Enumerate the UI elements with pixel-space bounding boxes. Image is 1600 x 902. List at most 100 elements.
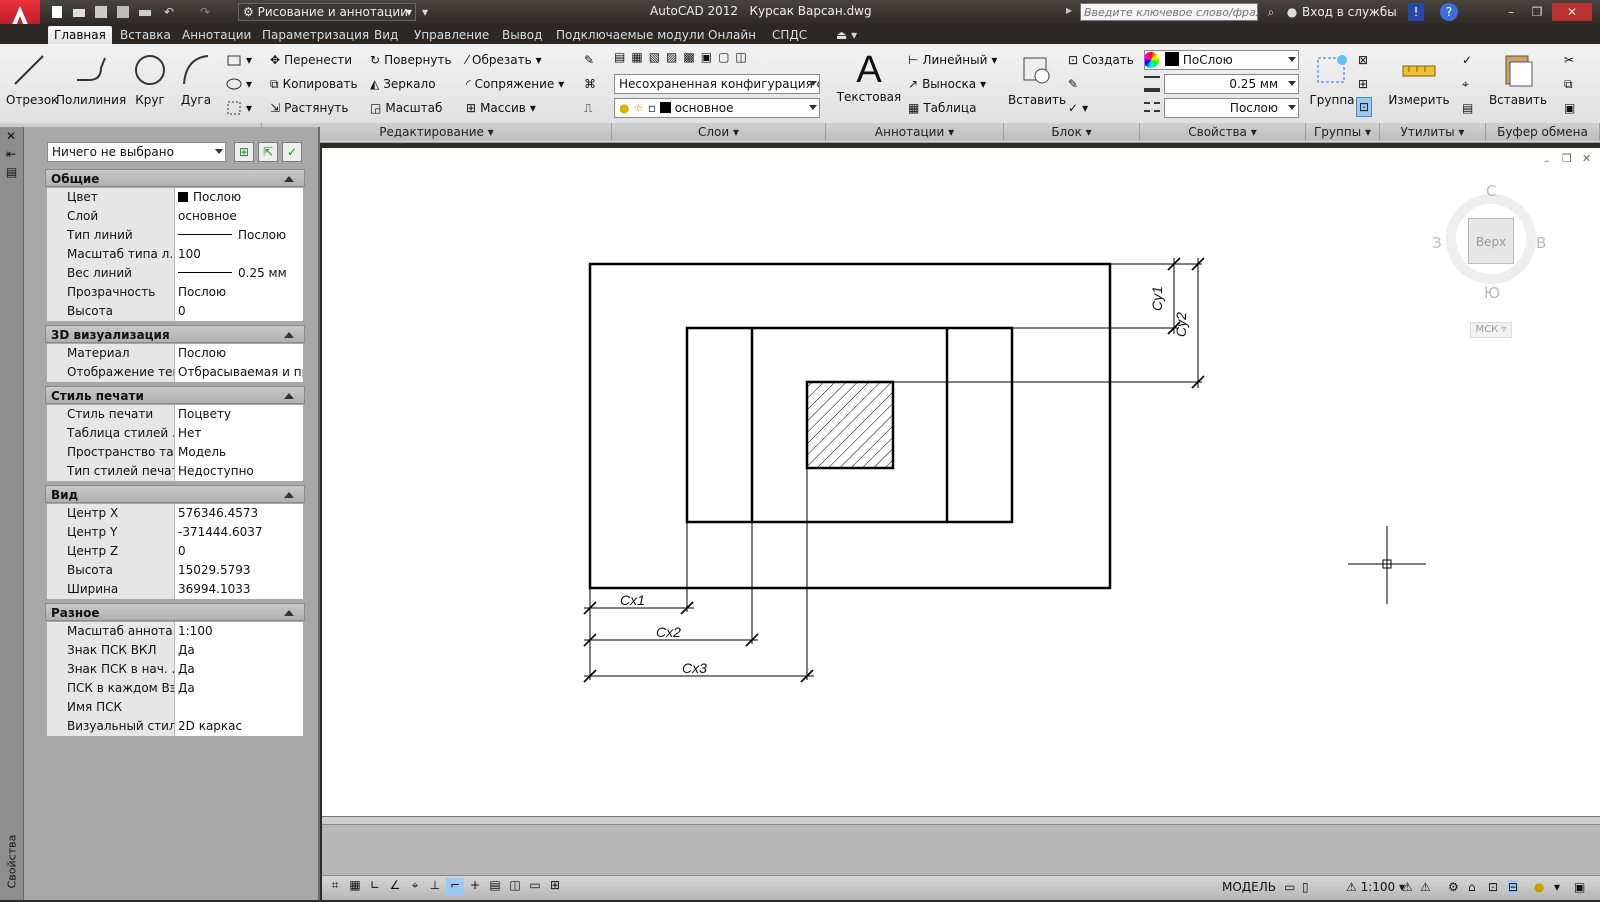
- open-icon[interactable]: [70, 3, 88, 21]
- text-button[interactable]: A Текстовая: [836, 50, 902, 104]
- restore-icon[interactable]: ❐: [1526, 3, 1548, 21]
- command-line[interactable]: [322, 824, 1600, 876]
- leader-button[interactable]: ↗ Выноска ▾: [908, 74, 986, 94]
- rectangle-button[interactable]: ▾: [226, 50, 252, 70]
- collapse-icon[interactable]: [284, 393, 294, 399]
- layer-unisolate-icon[interactable]: ▨: [666, 50, 677, 70]
- layer-iso-icon[interactable]: ▧: [649, 50, 660, 70]
- property-value[interactable]: 0: [175, 302, 303, 321]
- panel-groups[interactable]: Группы ▾: [1306, 123, 1380, 141]
- binoculars-icon[interactable]: ⌕: [1262, 3, 1280, 21]
- ungroup-button[interactable]: ⊠: [1358, 50, 1368, 70]
- grid-icon[interactable]: ▦: [346, 878, 364, 896]
- property-value[interactable]: 2D каркас: [175, 717, 303, 736]
- arc-button[interactable]: Дуга: [176, 50, 216, 107]
- lineweight-select[interactable]: 0.25 мм: [1164, 74, 1299, 94]
- attribute-button[interactable]: ✓ ▾: [1068, 98, 1088, 118]
- tab-parametric[interactable]: Параметризация: [256, 26, 375, 44]
- copy-clip-button[interactable]: ⧉: [1564, 74, 1573, 94]
- layer-off-icon[interactable]: ▩: [683, 50, 694, 70]
- property-row[interactable]: Цвет Послою: [47, 188, 303, 207]
- section-header[interactable]: Вид: [45, 485, 305, 503]
- mirror-button[interactable]: ◭ Зеркало: [370, 74, 436, 94]
- lineweight-toggle-icon[interactable]: ▤: [486, 878, 504, 896]
- undo-icon[interactable]: ↶: [160, 3, 178, 21]
- palette-menu-icon[interactable]: ▤: [6, 165, 17, 179]
- property-row[interactable]: Центр Y -371444.6037: [47, 523, 303, 542]
- tab-plugins[interactable]: Подключаемые модули: [550, 26, 711, 44]
- selection-select[interactable]: Ничего не выбрано: [47, 142, 226, 162]
- dim-label-cy1[interactable]: Cy1: [1149, 281, 1165, 311]
- measure-button[interactable]: Измерить: [1386, 50, 1452, 107]
- tab-manage[interactable]: Управление: [408, 26, 495, 44]
- property-row[interactable]: Высота 0: [47, 302, 303, 321]
- cut-button[interactable]: ✂: [1564, 50, 1574, 70]
- search-input[interactable]: [1080, 3, 1258, 21]
- property-row[interactable]: Прозрачность Послою: [47, 283, 303, 302]
- property-row[interactable]: Знак ПСК ВКЛ Да: [47, 641, 303, 660]
- panel-utilities[interactable]: Утилиты ▾: [1380, 123, 1486, 141]
- property-row[interactable]: Стиль печати Поцвету: [47, 405, 303, 424]
- edit-block-button[interactable]: ✎: [1068, 74, 1078, 94]
- erase-button[interactable]: ✎: [584, 50, 594, 70]
- viewcube[interactable]: С Ю З В Верх МСК ▿: [1432, 182, 1552, 342]
- property-row[interactable]: Таблица стилей ... Нет: [47, 424, 303, 443]
- property-value[interactable]: Модель: [175, 443, 303, 462]
- layer-match-icon[interactable]: ◫: [735, 50, 746, 70]
- collapse-icon[interactable]: [284, 332, 294, 338]
- property-value[interactable]: Да: [175, 679, 303, 698]
- section-header[interactable]: Общие: [45, 169, 305, 187]
- match-props-button[interactable]: ▣: [1564, 98, 1575, 118]
- dim-label-cy2[interactable]: Cy2: [1173, 307, 1189, 337]
- dim-label-cx3[interactable]: Cx3: [682, 660, 707, 676]
- collapse-icon[interactable]: [284, 610, 294, 616]
- property-row[interactable]: Знак ПСК в нач. ... Да: [47, 660, 303, 679]
- rotate-button[interactable]: ↻ Повернуть: [370, 50, 452, 70]
- polar-icon[interactable]: ∠: [386, 878, 404, 896]
- otrack-icon[interactable]: ⊥: [426, 878, 444, 896]
- palette-close-icon[interactable]: ✕: [6, 129, 16, 143]
- linear-dim-button[interactable]: ⊢ Линейный ▾: [908, 50, 997, 70]
- dim-label-cx1[interactable]: Cx1: [620, 592, 645, 608]
- linetype-select[interactable]: Послою: [1164, 98, 1299, 118]
- signin-button[interactable]: Вход в службы: [1302, 5, 1397, 19]
- osnap-icon[interactable]: ⌖: [406, 878, 424, 896]
- panel-annotation[interactable]: Аннотации ▾: [826, 123, 1004, 141]
- tab-annotate[interactable]: Аннотации: [176, 26, 257, 44]
- model-view-icon[interactable]: ▭: [1284, 880, 1295, 894]
- layer-lock-icon[interactable]: ▢: [718, 50, 729, 70]
- property-row[interactable]: Центр X 576346.4573: [47, 504, 303, 523]
- gradient-button[interactable]: ▾: [226, 98, 252, 118]
- compass-west[interactable]: З: [1432, 234, 1442, 252]
- scale-button[interactable]: ◲ Масштаб: [370, 98, 442, 118]
- property-value[interactable]: 15029.5793: [175, 561, 303, 580]
- property-value[interactable]: -371444.6037: [175, 523, 303, 542]
- panel-clipboard[interactable]: Буфер обмена: [1486, 123, 1600, 141]
- layer-freeze-icon[interactable]: ▣: [701, 50, 712, 70]
- create-block-button[interactable]: ⊡ Создать: [1068, 50, 1134, 70]
- array-button[interactable]: ⊞ Массив ▾: [466, 98, 536, 118]
- dim-label-cx2[interactable]: Cx2: [656, 624, 681, 640]
- property-value[interactable]: 0: [175, 542, 303, 561]
- circle-button[interactable]: Круг: [130, 50, 170, 107]
- tab-home[interactable]: Главная: [48, 26, 112, 44]
- property-row[interactable]: Ширина 36994.1033: [47, 580, 303, 599]
- viewcube-face-top[interactable]: Верх: [1468, 218, 1514, 264]
- dyn-icon[interactable]: +: [466, 878, 484, 896]
- offset-button[interactable]: ⎍: [584, 98, 592, 118]
- toggle-pickadd-button[interactable]: ⊞: [234, 142, 254, 162]
- copy-button[interactable]: ⧉ Копировать: [270, 74, 358, 94]
- drawing-canvas[interactable]: – ❐ ✕ Cx1 Cx2 Cx3 Cy1 Cy2 С Ю З В Верх М…: [322, 148, 1600, 816]
- clean-screen-icon[interactable]: ▣: [1574, 880, 1585, 894]
- isolate-objects-icon[interactable]: ⊟: [1508, 880, 1519, 894]
- property-row[interactable]: Пространство та... Модель: [47, 443, 303, 462]
- compass-north[interactable]: С: [1486, 182, 1496, 200]
- property-row[interactable]: Масштаб аннота... 1:100: [47, 622, 303, 641]
- tab-insert[interactable]: Вставка: [114, 26, 177, 44]
- group-select-button[interactable]: ⊡: [1356, 97, 1373, 117]
- hardware-accel-icon[interactable]: ⊡: [1488, 880, 1498, 894]
- layout-view-icon[interactable]: ▯: [1302, 880, 1309, 894]
- select-objects-button[interactable]: ⇱: [258, 142, 278, 162]
- close-icon[interactable]: ✕: [1552, 3, 1592, 21]
- group-edit-button[interactable]: ⊞: [1358, 74, 1368, 94]
